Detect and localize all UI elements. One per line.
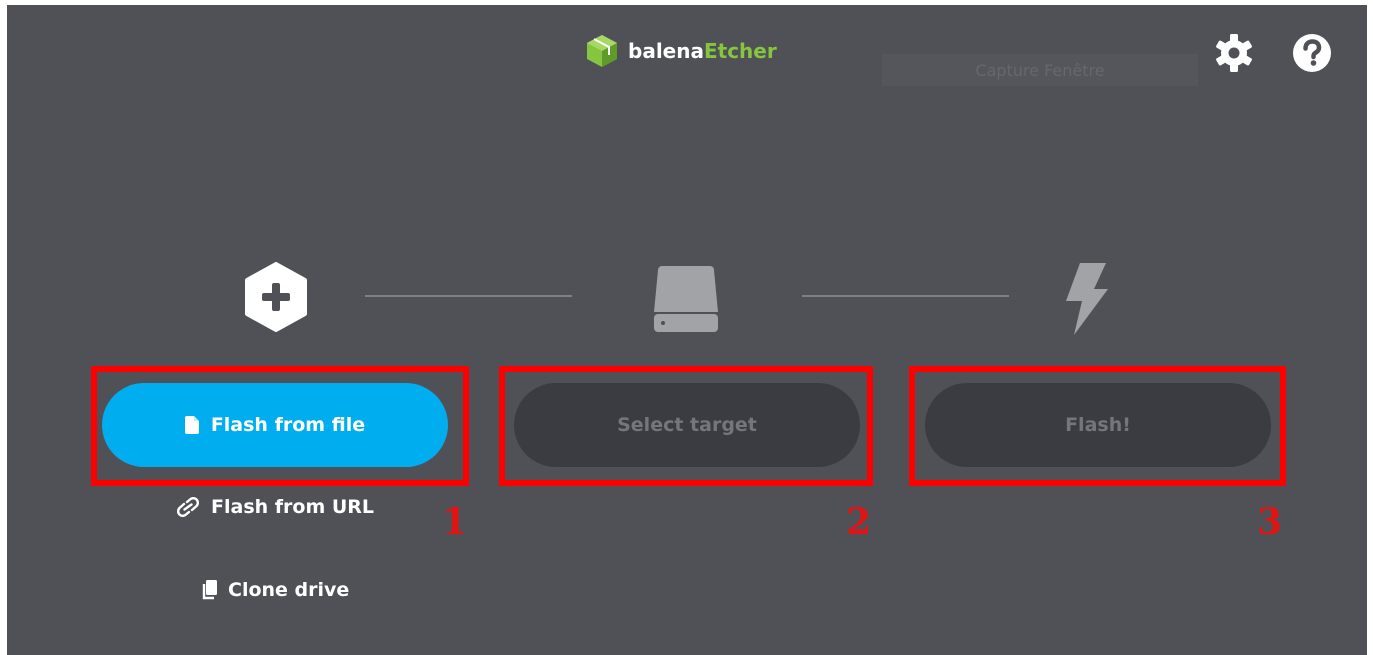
flash-from-url-link[interactable]: Flash from URL [175,496,374,518]
step-connector-1 [365,295,572,297]
annotation-number-3: 3 [1257,501,1283,543]
annotation-number-2: 2 [846,501,872,543]
help-button[interactable] [1290,31,1334,75]
clone-drive-label: Clone drive [228,579,350,601]
annotation-number-1: 1 [442,501,468,543]
step-connector-2 [802,295,1009,297]
balena-cube-icon [587,35,617,67]
select-target-button[interactable]: Select target [514,383,860,467]
plus-hexagon-icon [245,262,307,332]
app-logo: balena Etcher [584,33,777,69]
question-icon [1293,34,1331,72]
flash-from-file-label: Flash from file [210,414,366,436]
etcher-window: balena Etcher Capture Fenêtre Flash from… [7,5,1367,655]
lightning-icon [1066,263,1108,335]
link-icon [176,497,200,517]
clone-drive-link[interactable]: Clone drive [200,579,349,601]
flash-button[interactable]: Flash! [925,383,1271,467]
flash-from-file-button[interactable]: Flash from file [102,383,448,467]
flash-label: Flash! [1065,414,1131,436]
brand-name-part2: Etcher [703,39,777,63]
select-target-label: Select target [617,414,757,436]
gear-icon [1216,34,1252,72]
copy-icon [202,580,217,600]
flash-from-url-label: Flash from URL [211,496,375,518]
brand-name-part1: balena [628,39,704,63]
capture-overlay: Capture Fenêtre [882,54,1198,86]
settings-button[interactable] [1212,31,1256,75]
file-icon [184,416,199,434]
drive-icon [654,266,718,332]
